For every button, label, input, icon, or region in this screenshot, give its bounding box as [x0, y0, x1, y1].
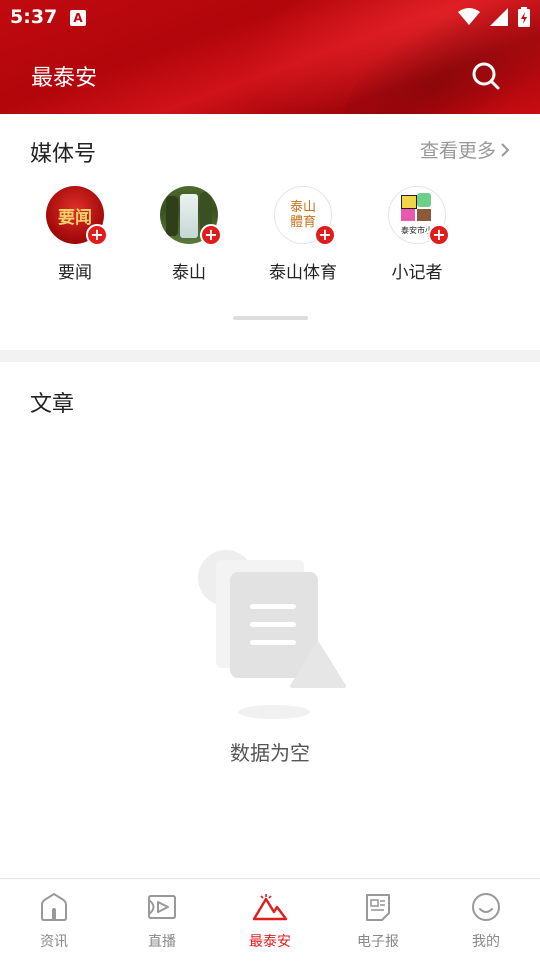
media-section: 媒体号 查看更多 要闻 + 要闻 + 泰山 泰山體育 + 泰山体育 泰安市小 +… — [0, 114, 540, 350]
search-icon — [472, 62, 500, 90]
media-item-label: 要闻 — [58, 263, 92, 283]
page-title: 最泰安 — [31, 66, 98, 91]
mountain-icon — [252, 894, 288, 921]
tab-label: 资讯 — [40, 934, 68, 950]
media-item-taishan[interactable]: + 泰山 — [144, 186, 234, 283]
follow-plus-button[interactable]: + — [428, 224, 450, 246]
status-time: 5:37 — [10, 6, 58, 28]
media-section-title: 媒体号 — [30, 142, 97, 167]
empty-state-illustration — [196, 548, 346, 723]
avatar: 要闻 + — [46, 186, 108, 246]
avatar: 泰山體育 + — [274, 186, 336, 246]
tab-label: 电子报 — [357, 934, 399, 950]
home-icon — [41, 892, 67, 921]
smile-icon — [472, 893, 500, 921]
wifi-icon — [458, 8, 480, 25]
newspaper-icon — [366, 894, 390, 921]
avatar: 泰安市小 + — [388, 186, 450, 246]
tab-mine[interactable]: 我的 — [432, 879, 540, 961]
section-divider — [0, 350, 540, 362]
empty-document-icon — [198, 550, 346, 719]
avatar-text: 泰山體育 — [289, 200, 316, 230]
media-item-label: 小记者 — [391, 263, 443, 283]
tab-news[interactable]: 资讯 — [0, 879, 108, 961]
view-more-link[interactable]: 查看更多 — [420, 136, 510, 163]
tab-e-newspaper[interactable]: 电子报 — [324, 879, 432, 961]
article-section: 文章 数据为空 — [0, 362, 540, 878]
notification-icon: A — [70, 10, 86, 26]
live-icon — [148, 895, 176, 919]
media-item-taishan-tiyu[interactable]: 泰山體育 + 泰山体育 — [258, 186, 348, 283]
tab-label: 最泰安 — [249, 934, 291, 950]
battery-icon — [518, 7, 530, 27]
app-header: 5:37 A 最泰安 — [0, 0, 540, 114]
scroll-indicator — [233, 316, 308, 320]
media-item-yaowen[interactable]: 要闻 + 要闻 — [30, 186, 120, 283]
tab-zuitaian[interactable]: 最泰安 — [216, 879, 324, 961]
follow-plus-button[interactable]: + — [314, 224, 336, 246]
signal-icon — [490, 8, 508, 26]
bottom-tab-bar: 资讯 直播 最泰安 电子报 我的 — [0, 878, 540, 961]
article-section-title: 文章 — [30, 392, 75, 417]
avatar-text: 要闻 — [58, 207, 92, 228]
media-item-label: 泰山体育 — [269, 263, 337, 283]
tab-live[interactable]: 直播 — [108, 879, 216, 961]
empty-state-text: 数据为空 — [230, 741, 310, 765]
search-button[interactable] — [470, 60, 502, 92]
avatar: + — [160, 186, 222, 246]
chevron-right-icon — [501, 142, 510, 157]
view-more-label: 查看更多 — [419, 140, 496, 162]
follow-plus-button[interactable]: + — [86, 224, 108, 246]
status-icons — [458, 6, 530, 28]
tab-label: 我的 — [472, 934, 500, 950]
media-item-label: 泰山 — [172, 263, 206, 283]
tab-label: 直播 — [148, 934, 176, 950]
follow-plus-button[interactable]: + — [200, 224, 222, 246]
media-item-xiaojizhe[interactable]: 泰安市小 + 小记者 — [372, 186, 462, 283]
